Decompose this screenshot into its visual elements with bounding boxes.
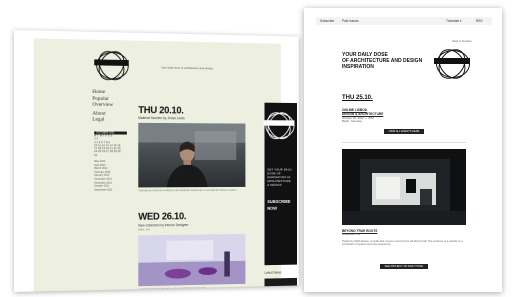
sidebar-footer-image[interactable] (264, 277, 297, 287)
subscribe-ad[interactable]: GET YOUR DAILY DOSE OF INSPIRATION IN AR… (262, 102, 299, 266)
website-page: Your daily dose of architecture and desi… (14, 30, 299, 292)
view-all-events-button[interactable]: VIEW ALL EVENTS HERE (384, 129, 424, 134)
site-nav: Home Popular Overview About Legal (92, 89, 130, 123)
past-issues-link[interactable]: Past Issues (342, 19, 358, 23)
rss-link[interactable]: RSS (476, 19, 483, 23)
newsletter-item-2: BEYOND TRUE ROOTS Rotterdam, NL Project … (342, 229, 466, 247)
nav-legal[interactable]: Legal (92, 117, 130, 124)
post-title[interactable]: Material Sweden by Jonas Lewis (138, 116, 185, 120)
newsletter-item-1: ONLINE LISBOA DESIGN & ARCHITECTURE Octo… (342, 108, 462, 124)
post-date: THU 20.10. (138, 105, 184, 117)
post-photo-person[interactable] (138, 122, 246, 188)
dailytonic-logo[interactable] (92, 45, 134, 86)
see-project-button[interactable]: SEE PROJECT ON DAILYTONIC (380, 264, 428, 269)
photo-illustration (138, 233, 246, 287)
nav-overview[interactable]: Overview (92, 102, 130, 109)
post-date: WED 26.10. (138, 211, 187, 223)
view-in-browser-link[interactable]: View in browser (452, 39, 472, 44)
photo-illustration (138, 122, 246, 188)
archive-list: May 2012 April 2012 March 2012 February … (94, 160, 129, 192)
item-location: Rotterdam, NL (342, 232, 361, 237)
calendar-widget: OCTOBER 2011 M T W T F S S 1 2 3 4 5 6 7… (94, 131, 127, 157)
gallery-photo[interactable] (342, 149, 466, 225)
section-divider (342, 142, 466, 143)
post-body: Yesterday we visited the exhibition at t… (138, 188, 237, 193)
ad-cta[interactable]: SUBSCRIBE NOW (267, 198, 296, 212)
post-subtitle: Milan, Italy (138, 228, 151, 232)
translate-dropdown[interactable]: Translate ▾ (446, 19, 462, 23)
sidebar-footer-title: Latest News (264, 270, 282, 275)
item-meta: Berlin, Germany (342, 119, 363, 124)
ad-copy: GET YOUR DAILY DOSE OF INSPIRATION IN AR… (267, 167, 293, 187)
newsletter-logo[interactable] (432, 44, 476, 84)
photo-illustration (342, 149, 466, 225)
post-photo-interior[interactable] (138, 233, 246, 287)
newsletter-date: THU 25.10. (342, 95, 373, 101)
post-title[interactable]: New Collection by Interior Designer (138, 223, 188, 227)
item-body: Project by MAD Design. A studio that mov… (342, 240, 463, 247)
site-tagline: Your daily dose of architecture and desi… (160, 65, 214, 71)
ad-logo (262, 107, 299, 144)
archive-item[interactable]: September 2011 (94, 188, 129, 192)
subscribe-link[interactable]: Subscribe (320, 19, 334, 23)
newsletter-heading: YOUR DAILY DOSE OF ARCHITECTURE AND DESI… (342, 52, 423, 70)
calendar-row[interactable]: 31 (94, 154, 127, 157)
newsletter-topbar: Subscribe Past Issues Translate ▾ RSS (316, 17, 492, 25)
